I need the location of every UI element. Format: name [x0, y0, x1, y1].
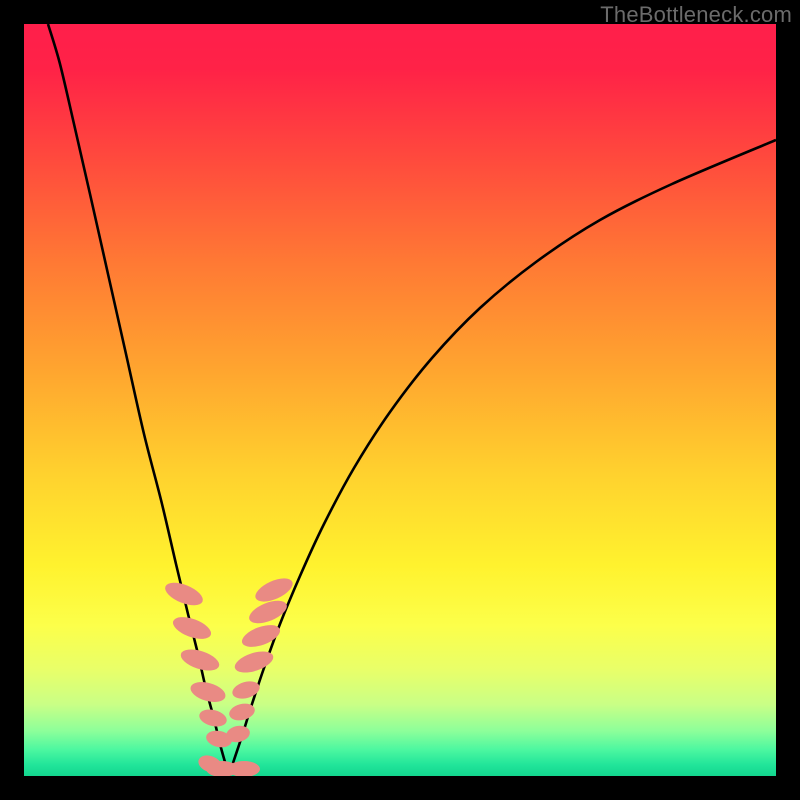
- curve-marker: [170, 613, 214, 644]
- watermark-text: TheBottleneck.com: [600, 2, 792, 28]
- curve-markers-group: [162, 574, 296, 776]
- chart-frame: [24, 24, 776, 776]
- chart-overlay: [24, 24, 776, 776]
- curve-marker: [230, 678, 261, 701]
- curve-marker: [239, 621, 283, 652]
- curve-marker: [178, 645, 222, 674]
- curve-marker: [197, 707, 228, 729]
- bottleneck-curve-right: [229, 140, 776, 776]
- curve-marker: [162, 578, 206, 610]
